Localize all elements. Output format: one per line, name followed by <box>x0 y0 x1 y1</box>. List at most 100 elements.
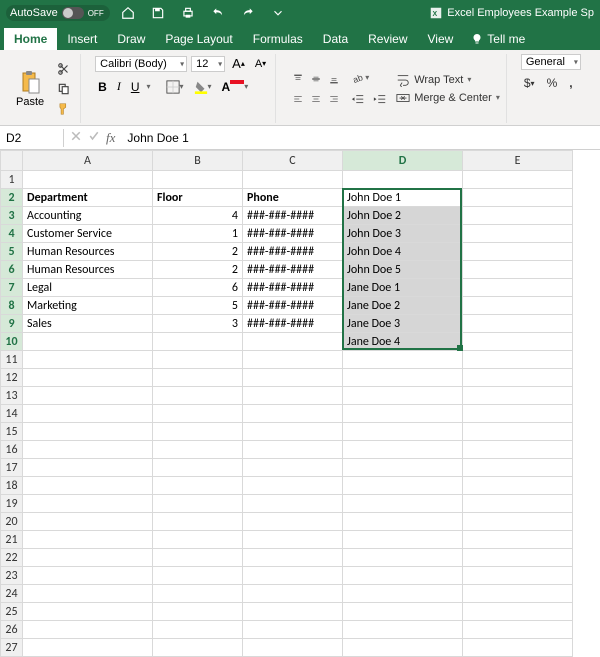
fx-icon[interactable]: fx <box>106 130 121 146</box>
cell-B14[interactable] <box>153 405 243 423</box>
cell-C16[interactable] <box>243 441 343 459</box>
font-size-select[interactable]: 12▾ <box>191 56 225 72</box>
cell-A9[interactable]: Sales <box>23 315 153 333</box>
cell-A3[interactable]: Accounting <box>23 207 153 225</box>
cell-D1[interactable] <box>343 171 463 189</box>
home-icon[interactable] <box>118 4 138 22</box>
cell-D11[interactable] <box>343 351 463 369</box>
cell-A26[interactable] <box>23 621 153 639</box>
merge-center-button[interactable]: Merge & Center▾ <box>396 91 500 105</box>
row-header-5[interactable]: 5 <box>1 243 23 261</box>
cell-D19[interactable] <box>343 495 463 513</box>
cell-C1[interactable] <box>243 171 343 189</box>
cell-E17[interactable] <box>463 459 573 477</box>
cell-B9[interactable]: 3 <box>153 315 243 333</box>
number-format-select[interactable]: General▾ <box>521 54 581 70</box>
tell-me[interactable]: Tell me <box>463 28 533 50</box>
row-header-9[interactable]: 9 <box>1 315 23 333</box>
row-header-10[interactable]: 10 <box>1 333 23 351</box>
cell-A27[interactable] <box>23 639 153 657</box>
row-header-27[interactable]: 27 <box>1 639 23 657</box>
cell-B1[interactable] <box>153 171 243 189</box>
cell-E26[interactable] <box>463 621 573 639</box>
cell-E11[interactable] <box>463 351 573 369</box>
row-header-25[interactable]: 25 <box>1 603 23 621</box>
cell-E14[interactable] <box>463 405 573 423</box>
cell-E23[interactable] <box>463 567 573 585</box>
cell-C17[interactable] <box>243 459 343 477</box>
cell-E13[interactable] <box>463 387 573 405</box>
cell-C5[interactable]: ###-###-#### <box>243 243 343 261</box>
orientation-button[interactable]: ab▾ <box>348 69 390 87</box>
cell-E7[interactable] <box>463 279 573 297</box>
font-color-button[interactable]: A▾ <box>219 78 252 96</box>
align-right-button[interactable] <box>326 90 342 108</box>
cell-E9[interactable] <box>463 315 573 333</box>
italic-button[interactable]: I <box>114 77 124 96</box>
cell-E10[interactable] <box>463 333 573 351</box>
underline-button[interactable]: U <box>128 78 143 96</box>
cell-A21[interactable] <box>23 531 153 549</box>
row-header-4[interactable]: 4 <box>1 225 23 243</box>
cell-C14[interactable] <box>243 405 343 423</box>
cell-A17[interactable] <box>23 459 153 477</box>
cell-E2[interactable] <box>463 189 573 207</box>
cell-B10[interactable] <box>153 333 243 351</box>
increase-indent-button[interactable] <box>370 91 390 109</box>
row-header-14[interactable]: 14 <box>1 405 23 423</box>
cell-B8[interactable]: 5 <box>153 297 243 315</box>
column-header-C[interactable]: C <box>243 151 343 171</box>
cell-C26[interactable] <box>243 621 343 639</box>
cell-B20[interactable] <box>153 513 243 531</box>
cell-E15[interactable] <box>463 423 573 441</box>
cell-B22[interactable] <box>153 549 243 567</box>
cell-C27[interactable] <box>243 639 343 657</box>
cell-D4[interactable]: John Doe 3 <box>343 225 463 243</box>
cell-B16[interactable] <box>153 441 243 459</box>
align-top-button[interactable] <box>290 70 306 88</box>
cell-D27[interactable] <box>343 639 463 657</box>
cell-D12[interactable] <box>343 369 463 387</box>
cell-A2[interactable]: Department <box>23 189 153 207</box>
cell-E4[interactable] <box>463 225 573 243</box>
cell-B12[interactable] <box>153 369 243 387</box>
formula-bar[interactable]: John Doe 1 <box>121 129 600 147</box>
cell-A18[interactable] <box>23 477 153 495</box>
tab-data[interactable]: Data <box>313 28 358 50</box>
cell-D14[interactable] <box>343 405 463 423</box>
name-box[interactable]: D2 <box>0 129 64 147</box>
tab-formulas[interactable]: Formulas <box>243 28 313 50</box>
row-header-19[interactable]: 19 <box>1 495 23 513</box>
tab-home[interactable]: Home <box>4 28 57 50</box>
cell-D13[interactable] <box>343 387 463 405</box>
percent-button[interactable]: % <box>544 74 561 92</box>
cell-C15[interactable] <box>243 423 343 441</box>
cell-A23[interactable] <box>23 567 153 585</box>
cell-C4[interactable]: ###-###-#### <box>243 225 343 243</box>
cell-D3[interactable]: John Doe 2 <box>343 207 463 225</box>
cell-E1[interactable] <box>463 171 573 189</box>
cell-A22[interactable] <box>23 549 153 567</box>
cell-C10[interactable] <box>243 333 343 351</box>
row-header-18[interactable]: 18 <box>1 477 23 495</box>
cell-E6[interactable] <box>463 261 573 279</box>
row-header-6[interactable]: 6 <box>1 261 23 279</box>
row-header-13[interactable]: 13 <box>1 387 23 405</box>
cell-A13[interactable] <box>23 387 153 405</box>
cell-E19[interactable] <box>463 495 573 513</box>
cell-C3[interactable]: ###-###-#### <box>243 207 343 225</box>
increase-font-button[interactable]: A▴ <box>229 54 248 73</box>
cell-B19[interactable] <box>153 495 243 513</box>
cell-D20[interactable] <box>343 513 463 531</box>
cell-C8[interactable]: ###-###-#### <box>243 297 343 315</box>
cell-B7[interactable]: 6 <box>153 279 243 297</box>
column-header-A[interactable]: A <box>23 151 153 171</box>
cell-B5[interactable]: 2 <box>153 243 243 261</box>
cell-A1[interactable] <box>23 171 153 189</box>
cell-C18[interactable] <box>243 477 343 495</box>
cell-E12[interactable] <box>463 369 573 387</box>
align-middle-button[interactable] <box>308 70 324 88</box>
enter-formula-icon[interactable] <box>88 130 100 145</box>
select-all-corner[interactable] <box>1 151 23 171</box>
save-icon[interactable] <box>148 4 168 22</box>
